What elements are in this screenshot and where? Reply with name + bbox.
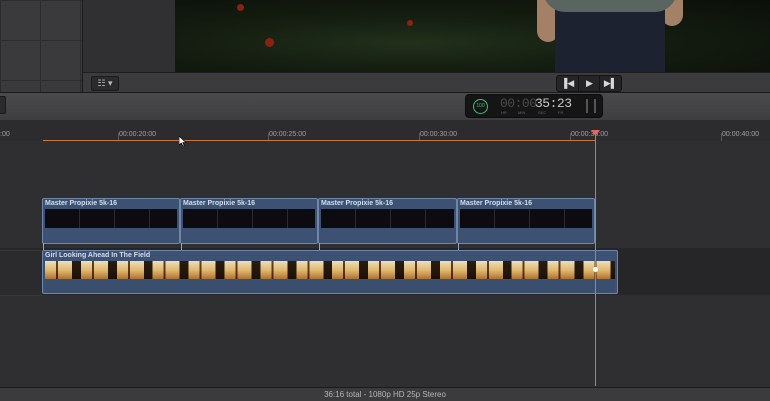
clip-filmstrip	[321, 209, 454, 228]
ruler-label: 00:00:25:00	[269, 131, 306, 138]
connected-clip[interactable]: Master Propixie 5k-16	[180, 198, 318, 244]
ruler-label: 00:00:35:00	[571, 131, 608, 138]
transport-controls: ▐◀ ▶ ▶▌	[556, 75, 622, 92]
viewer-video-frame	[175, 0, 770, 72]
view-options-button[interactable]: ☷ ▾	[91, 76, 119, 91]
ruler-tick	[721, 133, 722, 141]
timecode-unit-fr: FR	[558, 110, 564, 115]
connection-line	[181, 243, 182, 250]
playhead-marker-dot	[593, 267, 598, 272]
timecode-unit-sec: SEC	[538, 110, 547, 115]
connection-line	[319, 243, 320, 250]
skip-forward-icon[interactable]: ▶▌	[599, 76, 621, 91]
ruler-label: :00	[0, 131, 10, 138]
video-flower	[237, 4, 244, 11]
video-flower	[265, 38, 274, 47]
progress-badge-icon: 100	[473, 99, 488, 114]
timeline-toolbar	[0, 92, 770, 121]
ruler-label: 00:00:20:00	[119, 131, 156, 138]
connected-clip[interactable]: Master Propixie 5k-16	[318, 198, 457, 244]
clip-filmstrip	[45, 261, 615, 279]
ruler-label: 00:00:30:00	[420, 131, 457, 138]
project-summary-text: 36:16 total - 1080p HD 25p Stereo	[324, 390, 446, 399]
clip-filmstrip	[45, 209, 177, 228]
connection-line	[43, 243, 44, 250]
viewer-control-bar	[83, 72, 770, 93]
timecode-unit-hr: HR	[501, 110, 507, 115]
clip-filmstrip	[183, 209, 315, 228]
storyline-gap	[0, 250, 42, 296]
clip-audio-area	[45, 280, 615, 293]
clip-title: Master Propixie 5k-16	[460, 200, 532, 207]
play-icon[interactable]: ▶	[578, 76, 600, 91]
toolbar-button[interactable]	[0, 96, 6, 114]
viewer-side-panel	[83, 0, 175, 72]
ruler-label: 00:00:40:00	[722, 131, 759, 138]
connected-clip[interactable]: Master Propixie 5k-16	[42, 198, 180, 244]
event-browser-panel	[0, 0, 82, 92]
clip-title: Master Propixie 5k-16	[45, 200, 117, 207]
primary-clip[interactable]: Girl Looking Ahead In The Field	[42, 250, 618, 294]
dashboard-timecode[interactable]: 100 00:00 35:23 HR MIN SEC FR	[465, 94, 603, 118]
timeline-empty-area	[0, 295, 770, 388]
clip-filmstrip	[460, 209, 592, 228]
timecode-seconds-frames: 35:23	[535, 96, 572, 111]
connection-line	[458, 243, 459, 250]
mouse-cursor-icon	[179, 136, 187, 146]
audio-meter-icon	[586, 99, 596, 113]
clip-title: Master Propixie 5k-16	[183, 200, 255, 207]
timeline-ruler[interactable]	[0, 120, 770, 142]
video-person	[537, 0, 683, 72]
status-bar: 36:16 total - 1080p HD 25p Stereo	[0, 387, 770, 401]
connected-clip[interactable]: Master Propixie 5k-16	[457, 198, 595, 244]
clip-title: Master Propixie 5k-16	[321, 200, 393, 207]
video-flower	[407, 20, 413, 26]
clip-title: Girl Looking Ahead In The Field	[45, 252, 151, 259]
timecode-unit-min: MIN	[518, 110, 526, 115]
timecode-hours-minutes: 00:00	[500, 96, 537, 111]
playhead[interactable]	[595, 132, 596, 386]
skip-back-icon[interactable]: ▐◀	[557, 76, 578, 91]
